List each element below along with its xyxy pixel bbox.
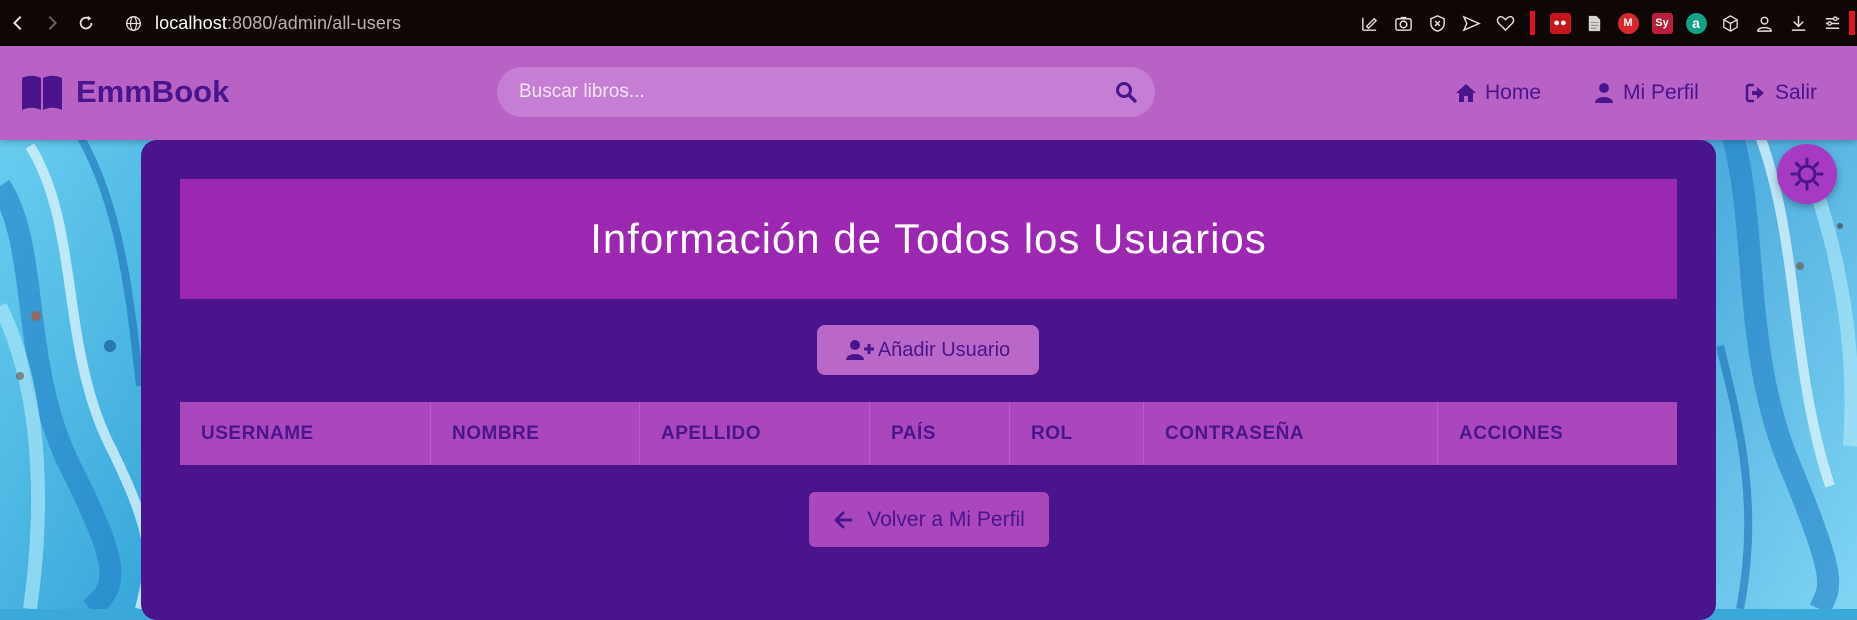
- menu-button[interactable]: [1815, 0, 1849, 46]
- title-banner: Información de Todos los Usuarios: [180, 179, 1677, 299]
- extensions-bar: ●● M Sy a: [1352, 0, 1857, 46]
- forward-nav-button[interactable]: [35, 0, 69, 46]
- back-nav-button[interactable]: [1, 0, 35, 46]
- column-header-contrasena: CONTRASEÑA: [1144, 402, 1438, 465]
- column-header-nombre: NOMBRE: [431, 402, 640, 465]
- sliders-icon: [1825, 15, 1839, 29]
- column-header-apellido: APELLIDO: [640, 402, 870, 465]
- camera-icon: [1394, 16, 1412, 31]
- add-user-button[interactable]: Añadir Usuario: [817, 325, 1039, 375]
- user-plus-icon: [845, 340, 874, 360]
- edit-extension[interactable]: [1352, 0, 1386, 46]
- search-bar: [497, 67, 1155, 117]
- url-text: localhost:8080/admin/all-users: [155, 13, 401, 34]
- add-user-label: Añadir Usuario: [877, 338, 1011, 361]
- nav-profile-link[interactable]: Mi Perfil: [1593, 72, 1699, 114]
- send-icon: [1462, 14, 1481, 32]
- users-card: Información de Todos los Usuarios Añadir…: [141, 140, 1716, 620]
- sy-extension[interactable]: Sy: [1645, 0, 1679, 46]
- document-icon: [1588, 15, 1600, 31]
- back-to-profile-button[interactable]: Volver a Mi Perfil: [809, 492, 1049, 547]
- amazon-extension[interactable]: a: [1679, 0, 1713, 46]
- browser-toolbar: localhost:8080/admin/all-users ●● M Sy a: [0, 0, 1857, 46]
- send-extension[interactable]: [1454, 0, 1488, 46]
- amazon-icon: a: [1685, 12, 1707, 34]
- back-to-profile-label: Volver a Mi Perfil: [867, 507, 1025, 531]
- download-icon: [1791, 15, 1805, 31]
- column-header-acciones: ACCIONES: [1459, 422, 1564, 444]
- mendeley-extension[interactable]: ●●: [1543, 0, 1577, 46]
- search-icon: [1116, 82, 1137, 103]
- person-icon: [1756, 16, 1772, 32]
- users-table-header: USERNAME NOMBRE APELLIDO PAÍS ROL CONTRA…: [180, 402, 1677, 465]
- user-icon: [1595, 83, 1613, 103]
- column-header-pais: PAÍS: [870, 402, 1010, 465]
- address-bar[interactable]: localhost:8080/admin/all-users: [125, 0, 401, 46]
- favorites-extension[interactable]: [1488, 0, 1522, 46]
- shield-x-icon: [1429, 14, 1445, 32]
- box-extension[interactable]: [1713, 0, 1747, 46]
- globe-icon: [126, 15, 141, 31]
- pen-chart-icon: [1361, 17, 1377, 31]
- chevron-left-icon: [12, 15, 22, 31]
- theme-toggle-button[interactable]: [1777, 144, 1837, 204]
- mendeley-icon: ●●: [1549, 12, 1571, 34]
- cube-icon: [1722, 14, 1738, 32]
- arrow-left-icon: [834, 511, 853, 528]
- heart-icon: [1496, 15, 1514, 31]
- document-extension[interactable]: [1577, 0, 1611, 46]
- app-header: EmmBook Home Mi Perfil Salir: [0, 46, 1857, 140]
- shield-extension[interactable]: [1420, 0, 1454, 46]
- mega-icon: M: [1617, 12, 1639, 34]
- nav-logout-label: Salir: [1775, 81, 1818, 104]
- nav-home-link[interactable]: Home: [1455, 72, 1541, 114]
- search-input[interactable]: [497, 67, 1097, 117]
- chevron-right-icon: [48, 15, 58, 31]
- search-button[interactable]: [1097, 67, 1155, 117]
- url-host: localhost: [155, 12, 227, 33]
- page-title: Información de Todos los Usuarios: [590, 215, 1267, 262]
- mega-extension[interactable]: M: [1611, 0, 1645, 46]
- home-icon: [1456, 84, 1476, 102]
- brand-name: EmmBook: [76, 74, 230, 109]
- reload-icon: [79, 15, 93, 30]
- nav-profile-label: Mi Perfil: [1623, 81, 1699, 104]
- column-header-username: USERNAME: [180, 402, 431, 465]
- separator-red: [1530, 11, 1535, 35]
- screenshot-extension[interactable]: [1386, 0, 1420, 46]
- sun-icon: [1790, 157, 1824, 191]
- url-path: :8080/admin/all-users: [226, 12, 402, 33]
- account-extension[interactable]: [1747, 0, 1781, 46]
- brand-logo-link[interactable]: EmmBook: [20, 72, 229, 112]
- nav-home-label: Home: [1485, 81, 1542, 104]
- column-header-rol: ROL: [1010, 402, 1144, 465]
- nav-logout-link[interactable]: Salir: [1745, 72, 1817, 114]
- downloads-button[interactable]: [1781, 0, 1815, 46]
- reload-button[interactable]: [69, 0, 103, 46]
- sign-out-icon: [1745, 83, 1764, 103]
- open-book-icon: [22, 75, 62, 110]
- sy-icon: Sy: [1651, 12, 1673, 34]
- separator-red-end: [1849, 11, 1855, 35]
